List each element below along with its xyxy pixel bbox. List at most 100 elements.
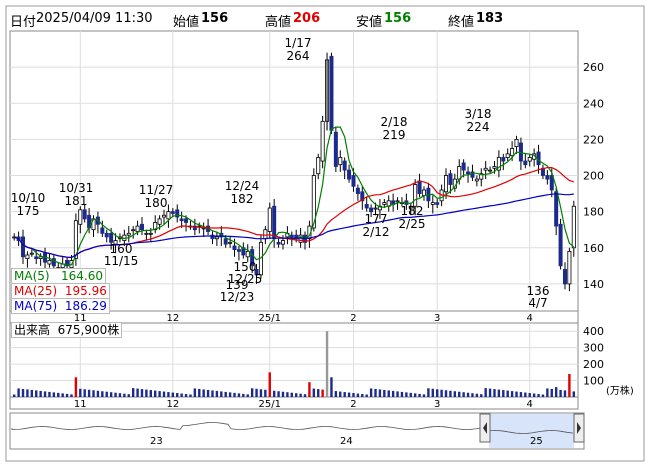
volume-bar [140, 389, 144, 397]
candle-body [47, 260, 52, 265]
month-tick-label: 4 [527, 313, 533, 324]
candle-body [223, 238, 228, 245]
annotation-date: 12/24 [225, 179, 260, 193]
volume-bar [480, 394, 483, 397]
date-label: 日付 [10, 15, 37, 30]
ma5-label: MA(5) [14, 269, 50, 283]
volume-bar [259, 389, 263, 397]
annotation-date: 2/18 [381, 115, 408, 129]
volume-bar [497, 389, 501, 397]
navigator-year-24: 24 [340, 436, 353, 447]
volume-bar [413, 393, 417, 397]
volume-bar [532, 393, 536, 397]
price-tick-label: 220 [583, 133, 604, 146]
volume-bar [233, 392, 236, 397]
volume-legend: 出来高 675,900株 [11, 322, 123, 338]
volume-bar [308, 382, 311, 397]
volume-bar [528, 393, 531, 397]
candle-body [510, 148, 515, 157]
candle-body [558, 223, 563, 267]
volume-bar [131, 388, 135, 397]
volume-bar [118, 393, 122, 397]
volume-bar [92, 390, 95, 397]
high-label: 高値 [265, 15, 292, 30]
volume-bar [519, 392, 523, 397]
open-value: 156 [201, 11, 229, 26]
annotation-date: 12/23 [220, 290, 255, 304]
volume-bar [383, 389, 386, 397]
candle-body [148, 232, 153, 235]
month-tick-label: 11 [74, 399, 87, 410]
low-value: 156 [384, 11, 412, 26]
annotation-price: 219 [383, 128, 406, 142]
candle-body [298, 234, 303, 243]
price-tick-label: 240 [583, 97, 604, 110]
month-tick-label: 2 [350, 399, 356, 410]
volume-bar [343, 392, 346, 397]
volume-bar [334, 391, 338, 397]
candle-body [351, 175, 356, 187]
candle-body [466, 171, 471, 175]
candle-body [21, 236, 26, 258]
volume-bar [444, 390, 448, 397]
candle-body [104, 232, 109, 238]
volume-bar [30, 389, 34, 397]
price-tick-label: 160 [583, 242, 604, 255]
volume-bar [272, 390, 276, 397]
candle-body [272, 205, 277, 240]
volume-bar [339, 391, 342, 397]
volume-bar [87, 389, 91, 397]
volume-bar [162, 391, 166, 397]
candle-body [109, 232, 114, 243]
month-tick-label: 25/1 [259, 313, 281, 324]
candle-body [166, 211, 171, 220]
annotation-date: 1/17 [285, 36, 312, 50]
chart-canvas: 260240220200180160140 400300200100 11111… [5, 5, 645, 462]
candle-body [34, 256, 39, 260]
annotation-price: 180 [145, 196, 168, 210]
annotation-price: 177 [365, 212, 388, 226]
candle-body [320, 120, 325, 162]
volume-bar [559, 389, 562, 397]
candle-body [232, 245, 237, 250]
price-axis: 260 240 220 200 180 160 140 [583, 61, 604, 291]
volume-bar [391, 390, 395, 397]
candle-body [338, 157, 343, 166]
volume-bar [387, 390, 390, 397]
candle-body [228, 241, 233, 244]
month-tick-label: 4 [527, 399, 533, 410]
candle-body [488, 169, 493, 172]
volume-bar [436, 389, 439, 397]
volume-bar [26, 389, 29, 397]
candle-body [267, 207, 272, 232]
annotation-price: 264 [287, 49, 310, 63]
annotation-date: 2/12 [363, 225, 390, 239]
candle-body [82, 209, 87, 220]
month-tick-label: 12 [166, 313, 179, 324]
ma25-legend: MA(25) 195.96 [11, 283, 110, 299]
candle-body [78, 209, 83, 225]
open-label: 始値 [173, 15, 200, 30]
candle-body [100, 227, 105, 234]
candle-body [382, 202, 387, 205]
volume-bar [48, 391, 51, 397]
candle-body [554, 191, 559, 227]
candle-body [444, 175, 449, 193]
ma75-legend: MA(75) 186.29 [11, 298, 110, 314]
volume-bar [471, 393, 474, 397]
volume-bar [506, 390, 509, 397]
volume-bar [502, 390, 505, 397]
candle-body [474, 178, 479, 182]
volume-bar [374, 388, 377, 397]
volume-bar [96, 390, 100, 397]
volume-bar [123, 393, 126, 397]
navigator-year-25: 25 [530, 436, 543, 447]
volume-bar [52, 392, 56, 397]
volume-bar [39, 390, 42, 397]
volume-bar [524, 392, 527, 397]
volume-bar [237, 393, 241, 397]
volume-bar [206, 389, 210, 397]
volume-value: 675,900株 [57, 323, 120, 337]
volume-bar [317, 389, 320, 397]
volume-unit: (万株) [606, 384, 634, 397]
